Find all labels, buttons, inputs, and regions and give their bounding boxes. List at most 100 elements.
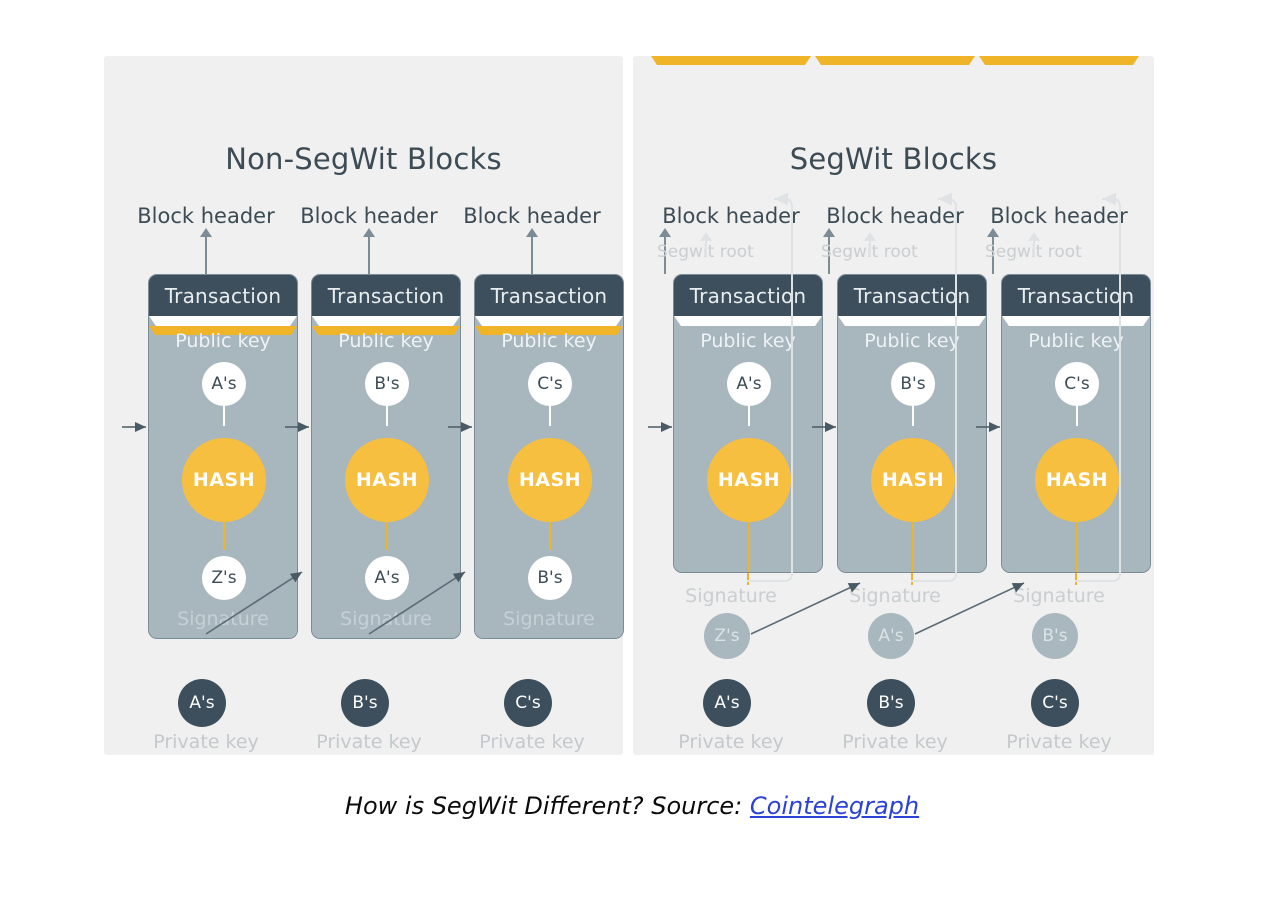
public-key-to-hash-arrow-icon — [475, 316, 623, 326]
caption-text: How is SegWit Different? Source: — [344, 792, 750, 820]
public-key-label: Public key — [501, 330, 597, 352]
public-key-to-hash-arrow-icon — [149, 316, 297, 326]
hash-to-signature-line — [223, 522, 225, 550]
public-key-to-hash-arrow-icon — [1002, 316, 1150, 326]
hash-to-signature-line — [549, 522, 551, 550]
segwit-root-label: Segwit root — [985, 242, 1082, 262]
transaction-body: Public key B's HASH — [838, 316, 986, 572]
segwit-root-arrow-icon — [1028, 232, 1040, 241]
hash-circle: HASH — [1035, 438, 1119, 522]
private-key-circle: C's — [504, 679, 552, 727]
public-key-circle: C's — [528, 362, 572, 406]
transaction-block: Transaction Public key B's HASH A's Sign… — [311, 274, 461, 639]
signature-label: Signature — [503, 608, 595, 630]
block-header-label: Block header — [300, 204, 438, 228]
public-key-to-hash-line — [386, 406, 388, 426]
public-key-circle: B's — [365, 362, 409, 406]
transaction-body: Public key A's HASH Z's Signature — [149, 316, 297, 638]
segwit-block-column-3: Block header Segwit root Transaction Pub… — [979, 56, 1151, 914]
hash-to-signature-line-outer — [747, 573, 749, 585]
signature-label: Signature — [1013, 585, 1105, 607]
block-header-label: Block header — [990, 204, 1128, 228]
hash-circle: HASH — [345, 438, 429, 522]
non-segwit-block-column-2: Block header Transaction Public key B's … — [289, 56, 461, 914]
hash-circle: HASH — [508, 438, 592, 522]
public-key-to-hash-arrow-icon — [312, 316, 460, 326]
signature-circle: A's — [365, 556, 409, 600]
signature-label: Signature — [849, 585, 941, 607]
public-key-circle: C's — [1055, 362, 1099, 406]
hash-to-signature-line — [386, 522, 388, 550]
public-key-label: Public key — [864, 330, 960, 352]
segwit-root-arrow-icon — [700, 232, 712, 241]
signature-label: Signature — [177, 608, 269, 630]
transaction-body: Public key C's HASH — [1002, 316, 1150, 572]
block-header-arrow-icon — [987, 228, 999, 237]
transaction-block: Transaction Public key C's HASH B's Sign… — [474, 274, 624, 639]
hash-circle: HASH — [707, 438, 791, 522]
hash-to-signature-line — [748, 522, 750, 572]
cointelegraph-source-link[interactable]: Cointelegraph — [750, 792, 919, 820]
transaction-header-label: Transaction — [149, 275, 297, 316]
private-key-label: Private key — [678, 731, 784, 753]
hash-to-signature-arrow-icon — [815, 56, 975, 65]
transaction-body: Public key B's HASH A's Signature — [312, 316, 460, 638]
transaction-header-label: Transaction — [838, 275, 986, 316]
block-header-connector-line — [205, 234, 207, 274]
hash-to-signature-line — [1076, 522, 1078, 572]
public-key-circle: B's — [891, 362, 935, 406]
hash-circle: HASH — [871, 438, 955, 522]
block-header-arrow-icon — [526, 228, 538, 237]
segwit-root-label: Segwit root — [821, 242, 918, 262]
public-key-circle: A's — [202, 362, 246, 406]
signature-label: Signature — [340, 608, 432, 630]
public-key-to-hash-line — [748, 406, 750, 426]
hash-to-signature-arrow-icon — [979, 56, 1139, 65]
block-header-connector-line — [531, 234, 533, 274]
hash-to-signature-line-outer — [1075, 573, 1077, 585]
block-header-arrow-icon — [363, 228, 375, 237]
segwit-signature-circle: B's — [1032, 613, 1078, 659]
private-key-circle: C's — [1031, 679, 1079, 727]
transaction-body: Public key A's HASH — [674, 316, 822, 572]
private-key-label: Private key — [316, 731, 422, 753]
block-header-label: Block header — [463, 204, 601, 228]
figure-caption: How is SegWit Different? Source: Cointel… — [0, 792, 1264, 820]
transaction-header-label: Transaction — [475, 275, 623, 316]
block-header-arrow-icon — [659, 228, 671, 237]
segwit-root-arrow-icon — [864, 232, 876, 241]
public-key-label: Public key — [700, 330, 796, 352]
public-key-label: Public key — [1028, 330, 1124, 352]
transaction-block: Transaction Public key A's HASH — [673, 274, 823, 573]
block-header-label: Block header — [137, 204, 275, 228]
block-header-arrow-icon — [200, 228, 212, 237]
public-key-label: Public key — [338, 330, 434, 352]
private-key-circle: A's — [703, 679, 751, 727]
transaction-body: Public key C's HASH B's Signature — [475, 316, 623, 638]
hash-to-signature-line — [912, 522, 914, 572]
transaction-block: Transaction Public key B's HASH — [837, 274, 987, 573]
private-key-label: Private key — [842, 731, 948, 753]
private-key-circle: B's — [867, 679, 915, 727]
signature-circle: Z's — [202, 556, 246, 600]
transaction-header-label: Transaction — [1002, 275, 1150, 316]
segwit-panel: SegWit Blocks Block header Segwit root T… — [633, 56, 1154, 755]
public-key-to-hash-line — [223, 406, 225, 426]
block-header-connector-line — [368, 234, 370, 274]
private-key-circle: A's — [178, 679, 226, 727]
signature-circle: B's — [528, 556, 572, 600]
public-key-to-hash-line — [912, 406, 914, 426]
non-segwit-block-column-3: Block header Transaction Public key C's … — [452, 56, 624, 914]
segwit-root-label: Segwit root — [657, 242, 754, 262]
private-key-circle: B's — [341, 679, 389, 727]
public-key-label: Public key — [175, 330, 271, 352]
hash-to-signature-arrow-icon — [651, 56, 811, 65]
public-key-circle: A's — [727, 362, 771, 406]
segwit-signature-circle: A's — [868, 613, 914, 659]
public-key-to-hash-arrow-icon — [838, 316, 986, 326]
public-key-to-hash-arrow-icon — [674, 316, 822, 326]
segwit-block-column-2: Block header Segwit root Transaction Pub… — [815, 56, 987, 914]
signature-label: Signature — [685, 585, 777, 607]
private-key-label: Private key — [479, 731, 585, 753]
block-header-label: Block header — [662, 204, 800, 228]
